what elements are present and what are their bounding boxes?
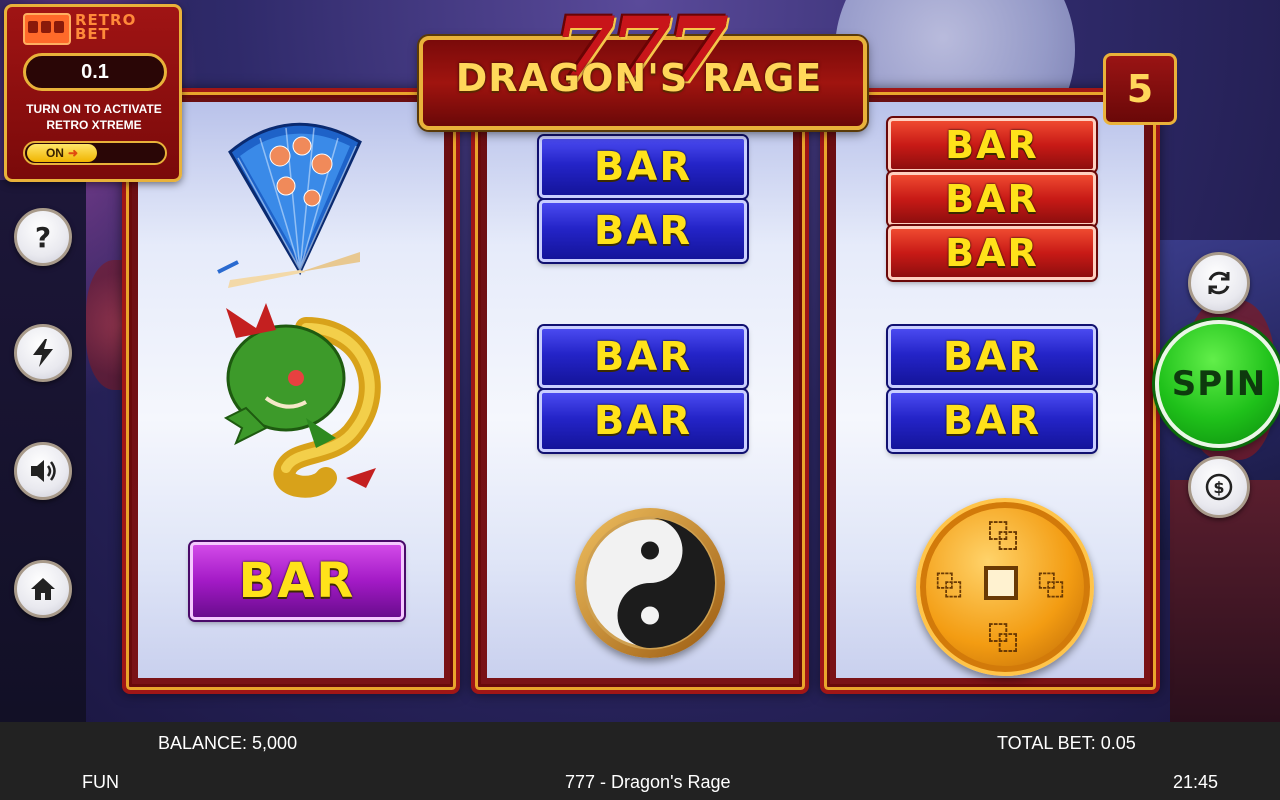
turbo-button[interactable] bbox=[14, 324, 72, 382]
coin-symbol: ⿻ ⿻ ⿻ ⿻ bbox=[916, 498, 1094, 676]
coin-hole bbox=[984, 566, 1018, 600]
sound-button[interactable] bbox=[14, 442, 72, 500]
bar-symbol: BAR bbox=[539, 326, 747, 388]
autoplay-icon bbox=[1204, 268, 1234, 298]
bet-icon: $ bbox=[1204, 472, 1234, 502]
retro-xtreme-toggle[interactable]: ON ➜ bbox=[23, 141, 167, 165]
home-button[interactable] bbox=[14, 560, 72, 618]
reel-1-window: BAR bbox=[138, 102, 444, 678]
retro-bet-logo: RETRO BET bbox=[75, 11, 137, 43]
dragon-symbol bbox=[206, 298, 386, 503]
help-button[interactable]: ? bbox=[14, 208, 72, 266]
total-bet-label: TOTAL BET: 0.05 bbox=[997, 733, 1136, 753]
bar-symbol: BAR bbox=[888, 326, 1096, 388]
lines-count: 5 bbox=[1103, 53, 1177, 125]
autoplay-button[interactable] bbox=[1188, 252, 1250, 314]
spin-button[interactable]: SPIN bbox=[1155, 320, 1280, 448]
bar-symbol: BAR bbox=[190, 542, 404, 620]
status-bar: BALANCE: 5,000 TOTAL BET: 0.05 FUN 777 -… bbox=[0, 722, 1280, 800]
bar-symbol: BAR bbox=[539, 200, 747, 262]
arrow-right-icon: ➜ bbox=[67, 146, 79, 160]
reel-2: BAR BAR BAR BAR bbox=[471, 88, 809, 694]
bar-symbol: BAR bbox=[888, 172, 1096, 226]
reel-3-window: BAR BAR BAR BAR BAR ⿻ ⿻ ⿻ ⿻ bbox=[836, 102, 1144, 678]
retro-bet-description: TURN ON TO ACTIVATE RETRO XTREME bbox=[26, 102, 162, 132]
slot-machine-icon bbox=[23, 13, 71, 45]
coin-glyph-right: ⿻ bbox=[1038, 572, 1065, 602]
reel-3: BAR BAR BAR BAR BAR ⿻ ⿻ ⿻ ⿻ bbox=[820, 88, 1160, 694]
toggle-knob[interactable]: ON ➜ bbox=[27, 144, 97, 162]
bar-symbol: BAR bbox=[888, 390, 1096, 452]
yin-yang-symbol bbox=[575, 508, 725, 658]
coin-glyph-left: ⿻ bbox=[936, 572, 963, 602]
home-icon bbox=[29, 576, 57, 602]
retro-bet-value[interactable]: 0.1 bbox=[23, 53, 167, 91]
balance-label: BALANCE: 5,000 bbox=[158, 733, 298, 753]
sound-icon bbox=[28, 457, 58, 485]
coin-glyph-top: ⿻ bbox=[988, 520, 1018, 555]
lightning-icon bbox=[30, 338, 56, 368]
bar-symbol: BAR bbox=[539, 136, 747, 198]
play-mode: FUN bbox=[82, 772, 119, 792]
retro-bet-panel: RETRO BET 0.1 TURN ON TO ACTIVATE RETRO … bbox=[4, 4, 182, 182]
game-name: 777 - Dragon's Rage bbox=[565, 772, 731, 792]
svg-text:$: $ bbox=[1213, 478, 1224, 497]
clock: 21:45 bbox=[1173, 772, 1219, 792]
bet-button[interactable]: $ bbox=[1188, 456, 1250, 518]
help-icon: ? bbox=[34, 220, 52, 254]
coin-glyph-bottom: ⿻ bbox=[988, 622, 1018, 657]
bar-symbol: BAR bbox=[888, 226, 1096, 280]
toggle-label: ON bbox=[45, 146, 64, 160]
bar-symbol: BAR bbox=[888, 118, 1096, 172]
game-title: DRAGON'S RAGE bbox=[455, 56, 823, 100]
reel-2-window: BAR BAR BAR BAR bbox=[487, 102, 793, 678]
fan-symbol bbox=[210, 112, 374, 293]
bar-symbol: BAR bbox=[539, 390, 747, 452]
